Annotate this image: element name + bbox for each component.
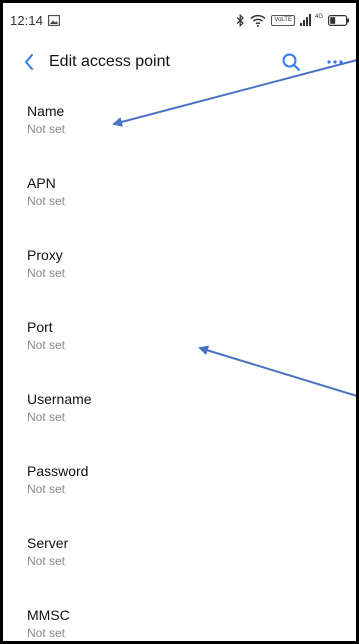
- app-bar: Edit access point: [3, 37, 356, 87]
- setting-value: Not set: [27, 194, 66, 208]
- bluetooth-icon: [236, 13, 245, 27]
- setting-item-proxy[interactable]: Proxy Not set: [3, 231, 356, 303]
- setting-item-password[interactable]: Password Not set: [3, 447, 356, 519]
- setting-label: Password: [27, 463, 89, 479]
- search-icon: [282, 53, 300, 71]
- setting-label: Server: [27, 535, 69, 551]
- setting-label: Username: [27, 391, 92, 407]
- setting-label: Proxy: [27, 247, 63, 263]
- setting-label: Port: [27, 319, 53, 335]
- page-title: Edit access point: [49, 53, 170, 70]
- setting-value: Not set: [27, 626, 66, 640]
- setting-label: MMSC: [27, 607, 70, 623]
- search-button[interactable]: [278, 48, 304, 76]
- status-right: VoLTE 4G: [236, 13, 350, 27]
- setting-item-mmsc[interactable]: MMSC Not set: [3, 591, 356, 641]
- setting-item-username[interactable]: Username Not set: [3, 375, 356, 447]
- back-button[interactable]: [17, 46, 41, 78]
- chevron-left-icon: [25, 54, 33, 70]
- apn-settings-list: Name Not set APN Not set Proxy Not set P…: [3, 87, 356, 641]
- setting-item-server[interactable]: Server Not set: [3, 519, 356, 591]
- setting-value: Not set: [27, 482, 66, 496]
- status-time: 12:14: [10, 12, 44, 28]
- app-bar-actions: [278, 48, 348, 76]
- image-notification-icon: [48, 14, 60, 26]
- more-icon: [327, 60, 343, 64]
- setting-item-port[interactable]: Port Not set: [3, 303, 356, 375]
- setting-label: Name: [27, 103, 65, 119]
- more-options-button[interactable]: [322, 48, 348, 76]
- status-left: 12:14: [10, 13, 60, 28]
- setting-label: APN: [27, 175, 56, 191]
- volte-icon: VoLTE: [271, 14, 295, 26]
- setting-value: Not set: [27, 338, 66, 352]
- battery-icon: [328, 14, 350, 26]
- signal-icon: 4G: [299, 14, 323, 26]
- setting-value: Not set: [27, 554, 66, 568]
- setting-value: Not set: [27, 122, 66, 136]
- setting-item-apn[interactable]: APN Not set: [3, 159, 356, 231]
- setting-value: Not set: [27, 410, 66, 424]
- signal-badge: 4G: [314, 14, 323, 20]
- wifi-icon: [250, 14, 266, 27]
- status-bar: 12:14 VoLTE 4G: [3, 3, 356, 37]
- setting-item-name[interactable]: Name Not set: [3, 87, 356, 159]
- setting-value: Not set: [27, 266, 66, 280]
